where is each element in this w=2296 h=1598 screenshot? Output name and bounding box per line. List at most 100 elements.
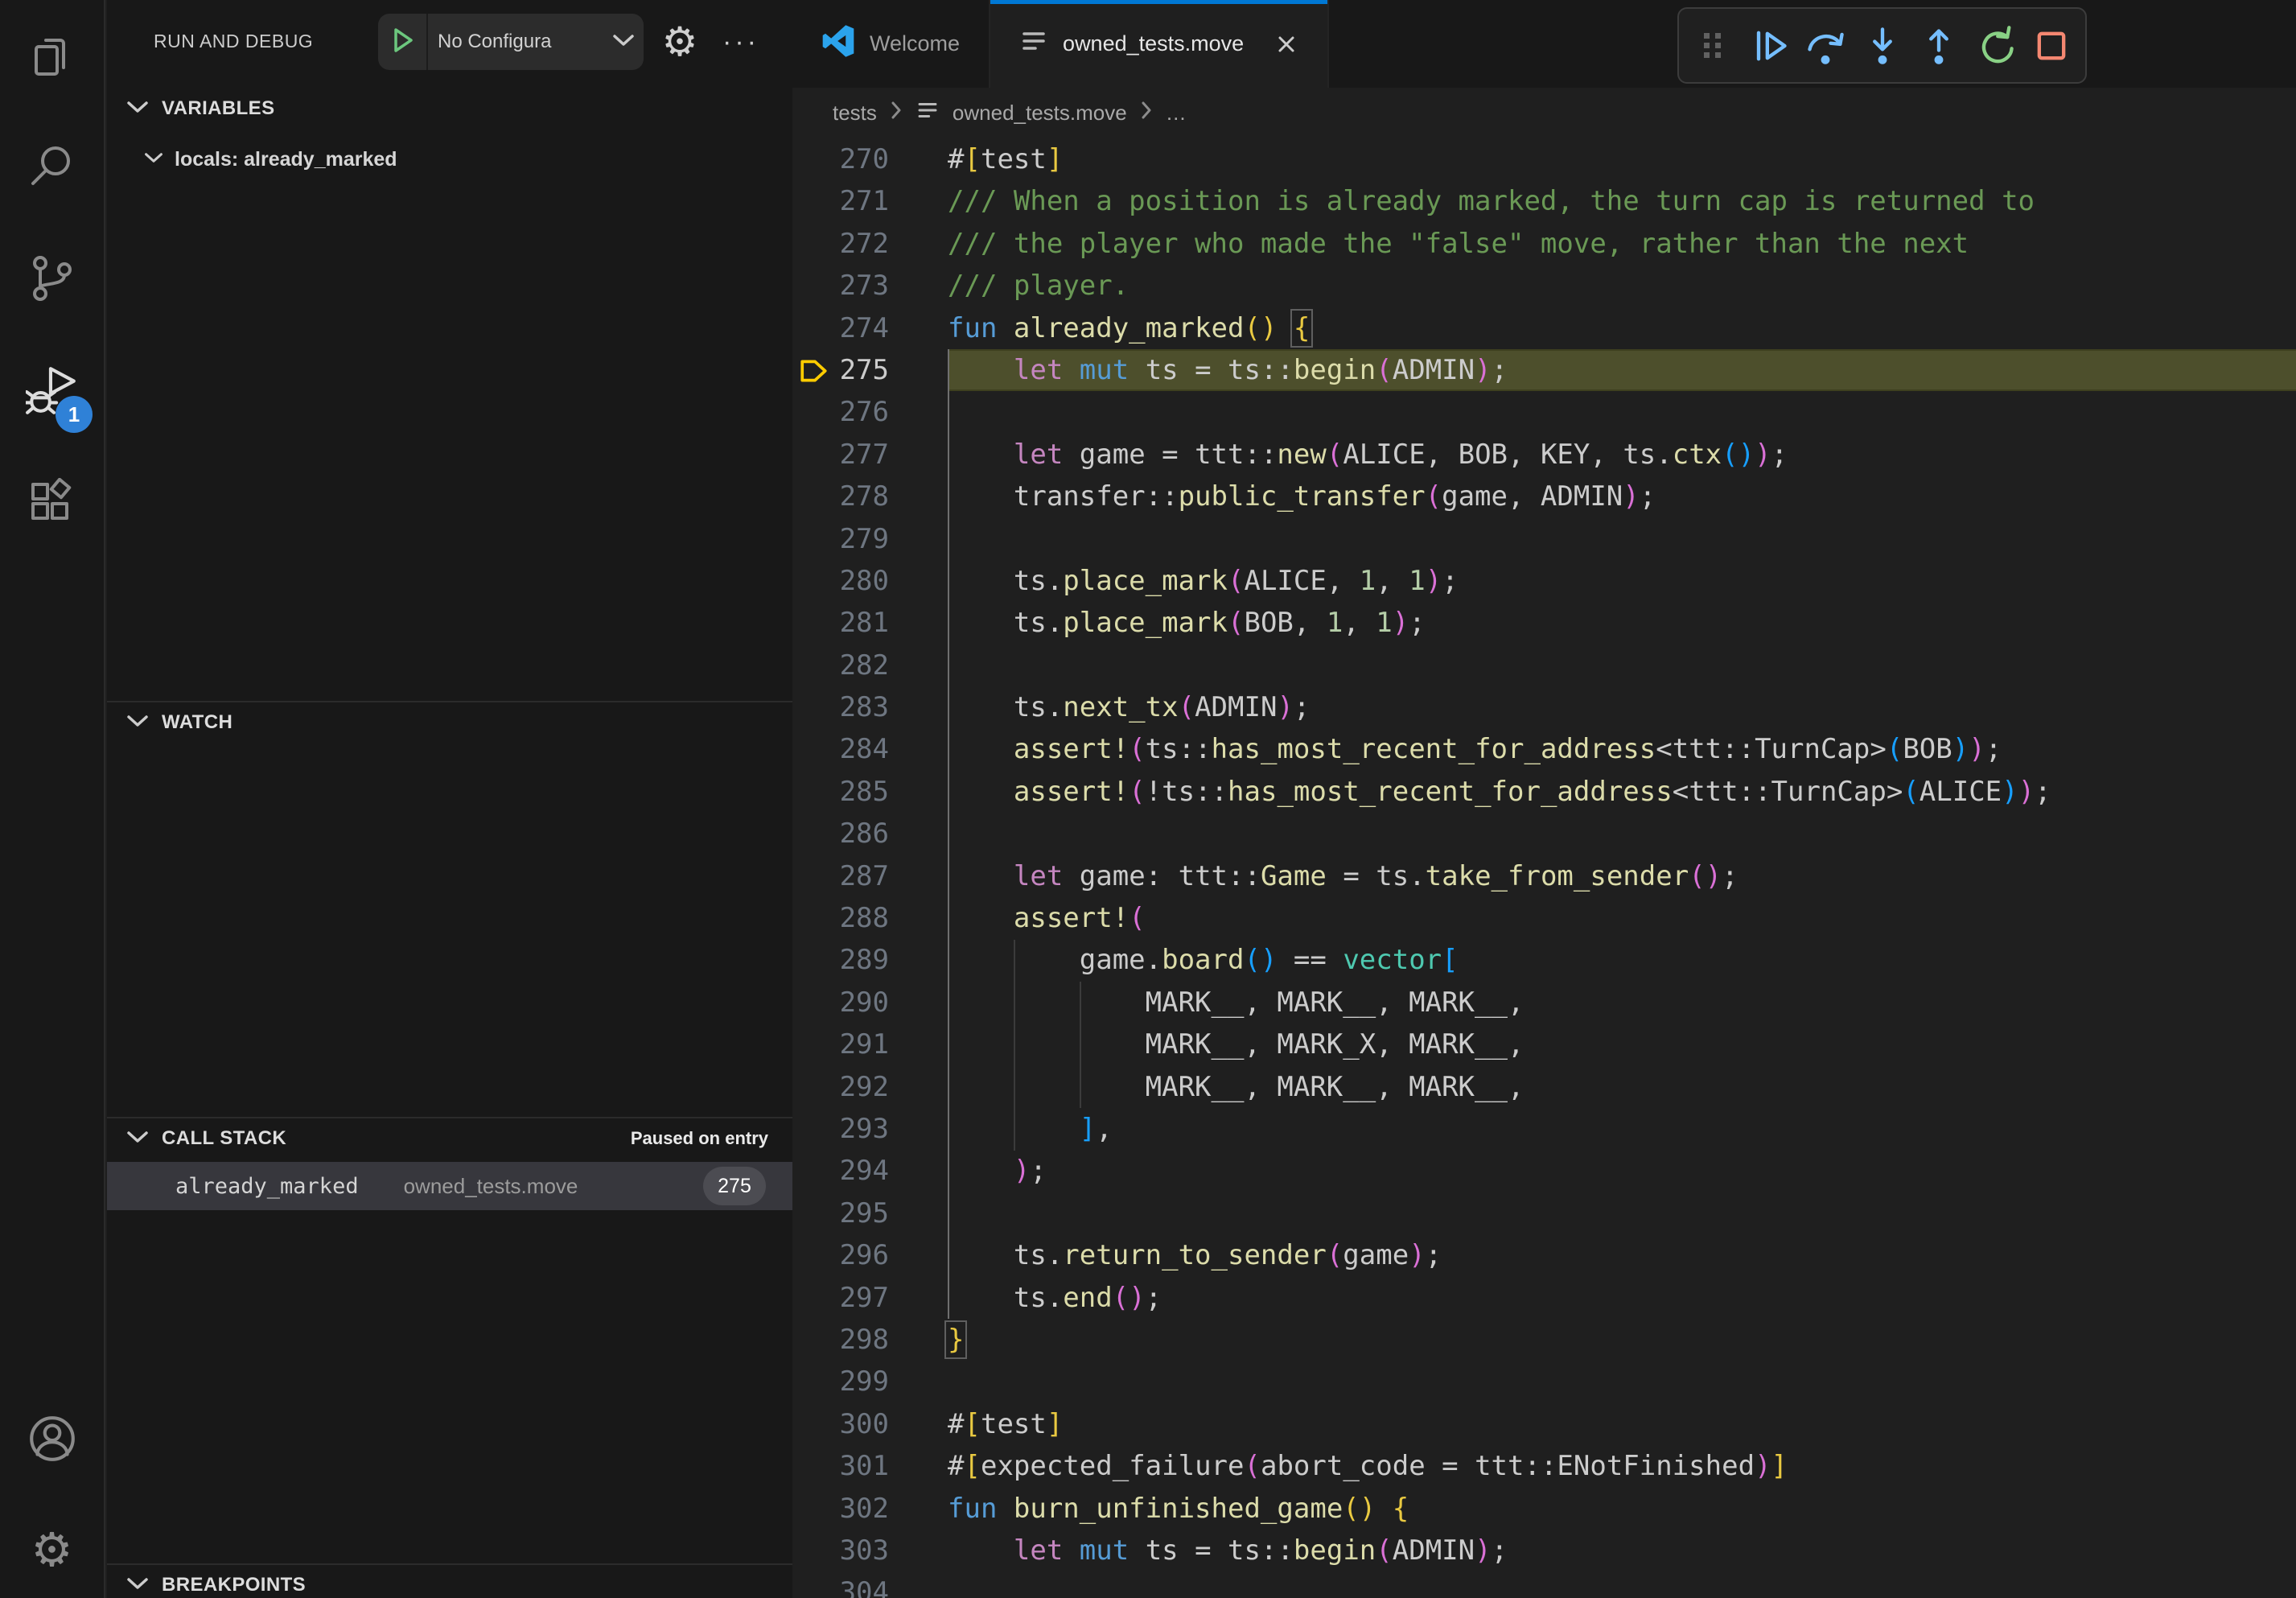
line-number[interactable]: 296 [792, 1234, 889, 1276]
line-number[interactable]: 270 [792, 138, 889, 180]
line-number[interactable]: 283 [792, 686, 889, 728]
code-line-296[interactable]: 296 ts.return_to_sender(game); [792, 1234, 2296, 1276]
code-line-273[interactable]: 273/// player. [792, 265, 2296, 307]
call-stack-frame[interactable]: already_marked owned_tests.move 275 [107, 1162, 792, 1210]
code-line-298[interactable]: 298} [792, 1319, 2296, 1361]
sidebar-item-run-and-debug[interactable]: 1 [0, 346, 104, 439]
sidebar-item-source-control[interactable] [0, 233, 104, 327]
line-number[interactable]: 287 [792, 855, 889, 897]
line-number[interactable]: 279 [792, 518, 889, 560]
restart-icon[interactable] [1973, 23, 2018, 68]
line-number[interactable]: 304 [792, 1571, 889, 1598]
line-number[interactable]: 301 [792, 1445, 889, 1487]
views-more-actions-button[interactable]: ··· [717, 18, 765, 66]
code-line-270[interactable]: 270#[test] [792, 138, 2296, 180]
code-line-276[interactable]: 276 [792, 391, 2296, 433]
line-number[interactable]: 281 [792, 602, 889, 644]
code-line-299[interactable]: 299 [792, 1361, 2296, 1402]
code-line-282[interactable]: 282 [792, 645, 2296, 686]
code-line-281[interactable]: 281 ts.place_mark(BOB, 1, 1); [792, 602, 2296, 644]
breadcrumb-symbol[interactable]: … [1166, 101, 1187, 126]
code-line-279[interactable]: 279 [792, 518, 2296, 560]
stop-icon[interactable] [2029, 23, 2074, 68]
line-number[interactable]: 299 [792, 1361, 889, 1402]
section-breakpoints[interactable]: BREAKPOINTS [107, 1565, 792, 1598]
code-line-302[interactable]: 302fun burn_unfinished_game() { [792, 1488, 2296, 1530]
line-number[interactable]: 297 [792, 1277, 889, 1319]
debug-settings-button[interactable]: ⚙ [656, 18, 704, 66]
line-number[interactable]: 302 [792, 1488, 889, 1530]
line-number[interactable]: 276 [792, 391, 889, 433]
section-call-stack[interactable]: CALL STACK Paused on entry [107, 1118, 792, 1159]
code-line-304[interactable]: 304 [792, 1571, 2296, 1598]
code-line-291[interactable]: 291 MARK__, MARK_X, MARK__, [792, 1023, 2296, 1065]
code-line-288[interactable]: 288 assert!( [792, 897, 2296, 939]
line-number[interactable]: 292 [792, 1066, 889, 1108]
account-button[interactable] [0, 1394, 104, 1487]
section-watch[interactable]: WATCH [107, 702, 792, 743]
line-number[interactable]: 289 [792, 939, 889, 981]
line-number[interactable]: 303 [792, 1530, 889, 1571]
code-line-287[interactable]: 287 let game: ttt::Game = ts.take_from_s… [792, 855, 2296, 897]
code-line-303[interactable]: 303 let mut ts = ts::begin(ADMIN); [792, 1530, 2296, 1571]
line-number[interactable]: 280 [792, 560, 889, 602]
tab-welcome[interactable]: Welcome [792, 0, 990, 88]
start-debugging-button[interactable] [378, 14, 428, 70]
code-line-289[interactable]: 289 game.board() == vector[ [792, 939, 2296, 981]
code-line-285[interactable]: 285 assert!(!ts::has_most_recent_for_add… [792, 771, 2296, 813]
code-editor[interactable]: 270#[test]271/// When a position is alre… [792, 138, 2296, 1598]
settings-button[interactable]: ⚙ [0, 1503, 104, 1596]
line-number[interactable]: 291 [792, 1023, 889, 1065]
line-number[interactable]: 272 [792, 223, 889, 265]
breadcrumb-file[interactable]: owned_tests.move [953, 101, 1127, 126]
code-line-300[interactable]: 300#[test] [792, 1403, 2296, 1445]
section-variables[interactable]: VARIABLES [107, 89, 792, 129]
line-number[interactable]: 274 [792, 307, 889, 349]
line-number[interactable]: 285 [792, 771, 889, 813]
variables-scope-row[interactable]: locals: already_marked [107, 137, 792, 182]
close-icon[interactable] [1274, 32, 1298, 56]
code-line-294[interactable]: 294 ); [792, 1150, 2296, 1192]
sidebar-item-extensions[interactable] [0, 459, 104, 552]
code-line-292[interactable]: 292 MARK__, MARK__, MARK__, [792, 1066, 2296, 1108]
line-number[interactable]: 277 [792, 434, 889, 476]
sidebar-item-search[interactable] [0, 122, 104, 216]
code-line-283[interactable]: 283 ts.next_tx(ADMIN); [792, 686, 2296, 728]
tab-owned-tests-move[interactable]: owned_tests.move [990, 0, 1329, 88]
code-line-271[interactable]: 271/// When a position is already marked… [792, 180, 2296, 222]
line-number[interactable]: 273 [792, 265, 889, 307]
line-number[interactable]: 282 [792, 645, 889, 686]
drag-handle[interactable] [1690, 23, 1735, 68]
code-line-277[interactable]: 277 let game = ttt::new(ALICE, BOB, KEY,… [792, 434, 2296, 476]
code-line-275[interactable]: 275 let mut ts = ts::begin(ADMIN); [792, 349, 2296, 391]
line-number[interactable]: 286 [792, 813, 889, 855]
step-over-icon[interactable] [1803, 23, 1848, 68]
code-line-290[interactable]: 290 MARK__, MARK__, MARK__, [792, 982, 2296, 1023]
code-line-278[interactable]: 278 transfer::public_transfer(game, ADMI… [792, 476, 2296, 517]
code-line-284[interactable]: 284 assert!(ts::has_most_recent_for_addr… [792, 728, 2296, 770]
line-number[interactable]: 293 [792, 1108, 889, 1150]
code-line-293[interactable]: 293 ], [792, 1108, 2296, 1150]
step-out-icon[interactable] [1916, 23, 1961, 68]
code-line-297[interactable]: 297 ts.end(); [792, 1277, 2296, 1319]
line-number[interactable]: 271 [792, 180, 889, 222]
debug-configuration-dropdown[interactable]: No Configura [378, 14, 644, 70]
line-number[interactable]: 298 [792, 1319, 889, 1361]
line-number[interactable]: 290 [792, 982, 889, 1023]
line-number[interactable]: 294 [792, 1150, 889, 1192]
code-line-280[interactable]: 280 ts.place_mark(ALICE, 1, 1); [792, 560, 2296, 602]
code-line-272[interactable]: 272/// the player who made the "false" m… [792, 223, 2296, 265]
line-number[interactable]: 295 [792, 1192, 889, 1234]
line-number[interactable]: 278 [792, 476, 889, 517]
code-line-295[interactable]: 295 [792, 1192, 2296, 1234]
code-line-274[interactable]: 274fun already_marked() { [792, 307, 2296, 349]
sidebar-item-explorer[interactable] [0, 11, 104, 105]
continue-icon[interactable] [1747, 23, 1792, 68]
line-number[interactable]: 288 [792, 897, 889, 939]
code-line-301[interactable]: 301#[expected_failure(abort_code = ttt::… [792, 1445, 2296, 1487]
breadcrumb-folder[interactable]: tests [833, 101, 877, 126]
line-number[interactable]: 284 [792, 728, 889, 770]
step-into-icon[interactable] [1860, 23, 1905, 68]
line-number[interactable]: 300 [792, 1403, 889, 1445]
code-line-286[interactable]: 286 [792, 813, 2296, 855]
